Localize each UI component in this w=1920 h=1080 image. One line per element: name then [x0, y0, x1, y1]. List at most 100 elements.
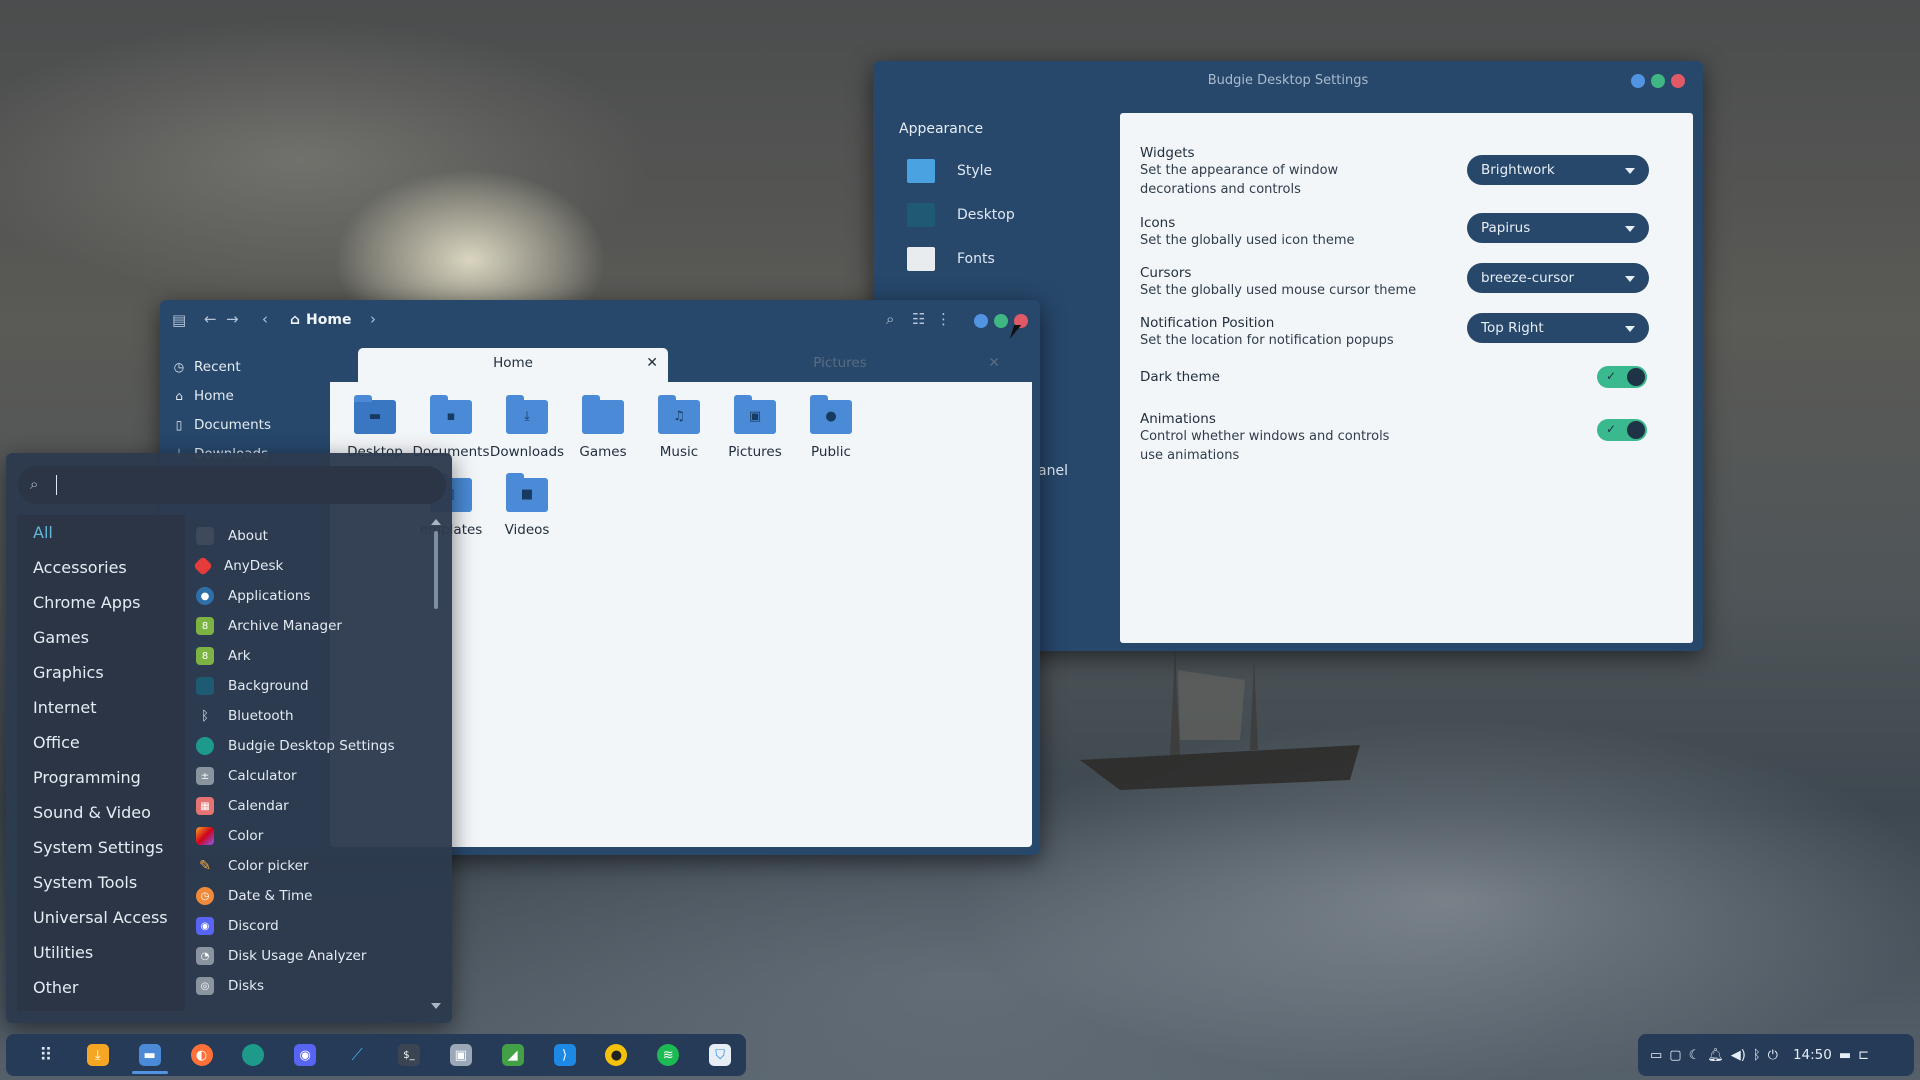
display-icon[interactable]: ▢: [1669, 1048, 1681, 1063]
sidebar-item-home[interactable]: ⌂ Home: [172, 381, 322, 410]
app-calculator[interactable]: ± Calculator: [196, 761, 426, 791]
sidebar-item-documents[interactable]: ▯ Documents: [172, 410, 322, 439]
search-icon[interactable]: ⌕: [886, 310, 894, 328]
scrollbar-thumb[interactable]: [434, 531, 438, 609]
minimize-button[interactable]: [1631, 74, 1645, 88]
cursors-value: breeze-cursor: [1481, 270, 1575, 286]
dock-music-player[interactable]: ●: [590, 1034, 642, 1076]
desktop-icon[interactable]: ▬: [1839, 1048, 1851, 1063]
app-label: Disks: [228, 978, 265, 994]
dock-monitor[interactable]: ◢: [487, 1034, 539, 1076]
app-color-picker[interactable]: ✎ Color picker: [196, 851, 426, 881]
minimize-button[interactable]: [974, 314, 988, 328]
app-bluetooth[interactable]: ᛒ Bluetooth: [196, 701, 426, 731]
category-accessories[interactable]: Accessories: [17, 550, 185, 585]
scroll-up-arrow[interactable]: [431, 519, 441, 525]
application-menu: ⌕ All Accessories Chrome Apps Games Grap…: [6, 453, 452, 1023]
raven-panel-icon[interactable]: ⊏: [1858, 1048, 1869, 1063]
app-color[interactable]: Color: [196, 821, 426, 851]
view-list-icon[interactable]: ☷: [912, 310, 925, 328]
sidebar-item-recent[interactable]: ◷ Recent: [172, 352, 322, 381]
notifications-bell-icon[interactable]: 🔔︎: [1707, 1048, 1724, 1063]
bluetooth-icon[interactable]: ᛒ: [1753, 1048, 1761, 1063]
app-budgie-desktop-settings[interactable]: Budgie Desktop Settings: [196, 731, 426, 761]
category-chrome-apps[interactable]: Chrome Apps: [17, 585, 185, 620]
app-disk-usage-analyzer[interactable]: ◔ Disk Usage Analyzer: [196, 941, 426, 971]
app-calendar[interactable]: ▦ Calendar: [196, 791, 426, 821]
category-other[interactable]: Other: [17, 970, 185, 1005]
app-disks[interactable]: ◎ Disks: [196, 971, 426, 1001]
sidebar-item-desktop[interactable]: Desktop: [873, 193, 1113, 237]
dock-files[interactable]: ▬: [124, 1034, 176, 1076]
app-ark[interactable]: 8 Ark: [196, 641, 426, 671]
category-sound-video[interactable]: Sound & Video: [17, 795, 185, 830]
maximize-button[interactable]: [994, 314, 1008, 328]
drive-icon[interactable]: ▭: [1650, 1048, 1662, 1063]
sidebar-item-panel-partial[interactable]: anel: [1038, 463, 1068, 479]
dock-firefox[interactable]: ◐: [176, 1034, 228, 1076]
close-button[interactable]: [1671, 74, 1685, 88]
scroll-down-arrow[interactable]: [431, 1003, 441, 1009]
category-universal-access[interactable]: Universal Access: [17, 900, 185, 935]
spotify-icon: ≋: [657, 1044, 680, 1066]
dock-vpn[interactable]: ⛉: [694, 1034, 746, 1076]
app-anydesk[interactable]: AnyDesk: [193, 551, 426, 581]
app-about[interactable]: About: [196, 521, 426, 551]
category-all[interactable]: All: [17, 515, 185, 550]
category-office[interactable]: Office: [17, 725, 185, 760]
category-programming[interactable]: Programming: [17, 760, 185, 795]
dark-theme-toggle[interactable]: ✓: [1597, 366, 1647, 388]
search-input[interactable]: ⌕: [18, 466, 446, 504]
cursors-dropdown[interactable]: breeze-cursor: [1467, 263, 1649, 293]
text-cursor: [56, 475, 57, 495]
animations-toggle[interactable]: ✓: [1597, 419, 1647, 441]
notification-dropdown[interactable]: Top Right: [1467, 313, 1649, 343]
night-light-icon[interactable]: ☾: [1689, 1048, 1701, 1063]
dock-app-blue[interactable]: ⟋: [331, 1034, 383, 1076]
maximize-button[interactable]: [1651, 74, 1665, 88]
category-system-tools[interactable]: System Tools: [17, 865, 185, 900]
app-archive-manager[interactable]: 8 Archive Manager: [196, 611, 426, 641]
dock-terminal[interactable]: $_: [383, 1034, 435, 1076]
fonts-icon: [907, 247, 935, 271]
close-tab-icon[interactable]: ✕: [988, 348, 1000, 378]
folder-icon: ●: [810, 395, 852, 434]
folder-public[interactable]: ● Public: [786, 395, 876, 460]
dock-downloader[interactable]: ⤓: [72, 1034, 124, 1076]
clock[interactable]: 14:50: [1793, 1047, 1832, 1063]
app-date-time[interactable]: ◷ Date & Time: [196, 881, 426, 911]
app-applications[interactable]: ● Applications: [196, 581, 426, 611]
dock-vscode[interactable]: ⟩: [539, 1034, 591, 1076]
tab-home[interactable]: Home ✕: [358, 348, 668, 382]
tab-pictures[interactable]: Pictures ✕: [670, 348, 1010, 382]
category-utilities[interactable]: Utilities: [17, 935, 185, 970]
category-graphics[interactable]: Graphics: [17, 655, 185, 690]
app-grid-button[interactable]: ⠿: [20, 1034, 72, 1076]
dock-screenshot[interactable]: ▣: [435, 1034, 487, 1076]
check-icon: ✓: [1606, 422, 1617, 436]
volume-icon[interactable]: ◀): [1731, 1048, 1746, 1063]
folder-videos[interactable]: ■ Videos: [482, 473, 572, 538]
icons-dropdown[interactable]: Papirus: [1467, 213, 1649, 243]
chevron-left-icon[interactable]: ‹: [262, 310, 268, 328]
chevron-right-icon[interactable]: ›: [370, 310, 376, 328]
app-label: Calculator: [228, 768, 297, 784]
category-games[interactable]: Games: [17, 620, 185, 655]
forward-arrow-icon[interactable]: →: [226, 310, 239, 328]
dock-budgie-settings[interactable]: [227, 1034, 279, 1076]
menu-kebab-icon[interactable]: ⋮: [936, 310, 951, 328]
sidebar-item-fonts[interactable]: Fonts: [873, 237, 1113, 281]
category-system-settings[interactable]: System Settings: [17, 830, 185, 865]
back-arrow-icon[interactable]: ←: [204, 310, 217, 328]
app-discord[interactable]: ◉ Discord: [196, 911, 426, 941]
category-internet[interactable]: Internet: [17, 690, 185, 725]
app-background[interactable]: Background: [196, 671, 426, 701]
power-icon[interactable]: ⏻: [1768, 1048, 1778, 1063]
toggle-knob: [1627, 421, 1645, 439]
dock-discord[interactable]: ◉: [279, 1034, 331, 1076]
breadcrumb-home[interactable]: ⌂ Home: [290, 312, 351, 328]
close-tab-icon[interactable]: ✕: [646, 348, 658, 378]
dock-spotify[interactable]: ≋: [642, 1034, 694, 1076]
sidebar-item-style[interactable]: Style: [873, 149, 1113, 193]
widgets-dropdown[interactable]: Brightwork: [1467, 155, 1649, 185]
